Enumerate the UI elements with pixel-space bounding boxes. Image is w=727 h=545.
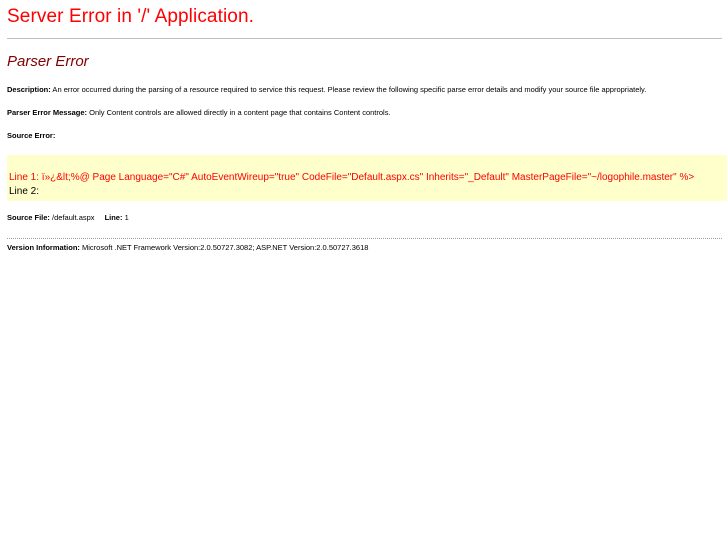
source-code-box: Line 1: ï»¿&lt;%@ Page Language="C#" Aut… [7, 155, 727, 201]
parser-error-message-label: Parser Error Message: [7, 108, 88, 117]
title-divider [7, 38, 722, 39]
line-value: 1 [122, 213, 129, 222]
source-file-info: Source File: /default.aspx Line: 1 [7, 213, 129, 222]
footer-divider [7, 238, 722, 239]
version-information: Version Information: Microsoft .NET Fram… [7, 243, 368, 252]
page-title: Server Error in '/' Application. [7, 6, 254, 27]
code-line-1: Line 1: ï»¿&lt;%@ Page Language="C#" Aut… [9, 172, 695, 183]
parser-error-message-text: Only Content controls are allowed direct… [87, 108, 391, 117]
source-error-label: Source Error: [7, 131, 55, 140]
description-label: Description: [7, 85, 51, 94]
version-label: Version Information: [7, 243, 80, 252]
description-text: An error occurred during the parsing of … [50, 85, 647, 94]
parser-error-message: Parser Error Message: Only Content contr… [7, 108, 391, 117]
source-file-value: /default.aspx [49, 213, 95, 222]
line-label: Line: [104, 213, 123, 222]
source-file-label: Source File: [7, 213, 50, 222]
error-heading: Parser Error [7, 53, 89, 70]
description: Description: An error occurred during th… [7, 85, 646, 94]
source-error-label-text: Source Error: [7, 131, 56, 140]
error-page: Server Error in '/' Application. Parser … [0, 0, 727, 545]
version-text: Microsoft .NET Framework Version:2.0.507… [79, 243, 369, 252]
code-line-2: Line 2: [9, 186, 40, 197]
